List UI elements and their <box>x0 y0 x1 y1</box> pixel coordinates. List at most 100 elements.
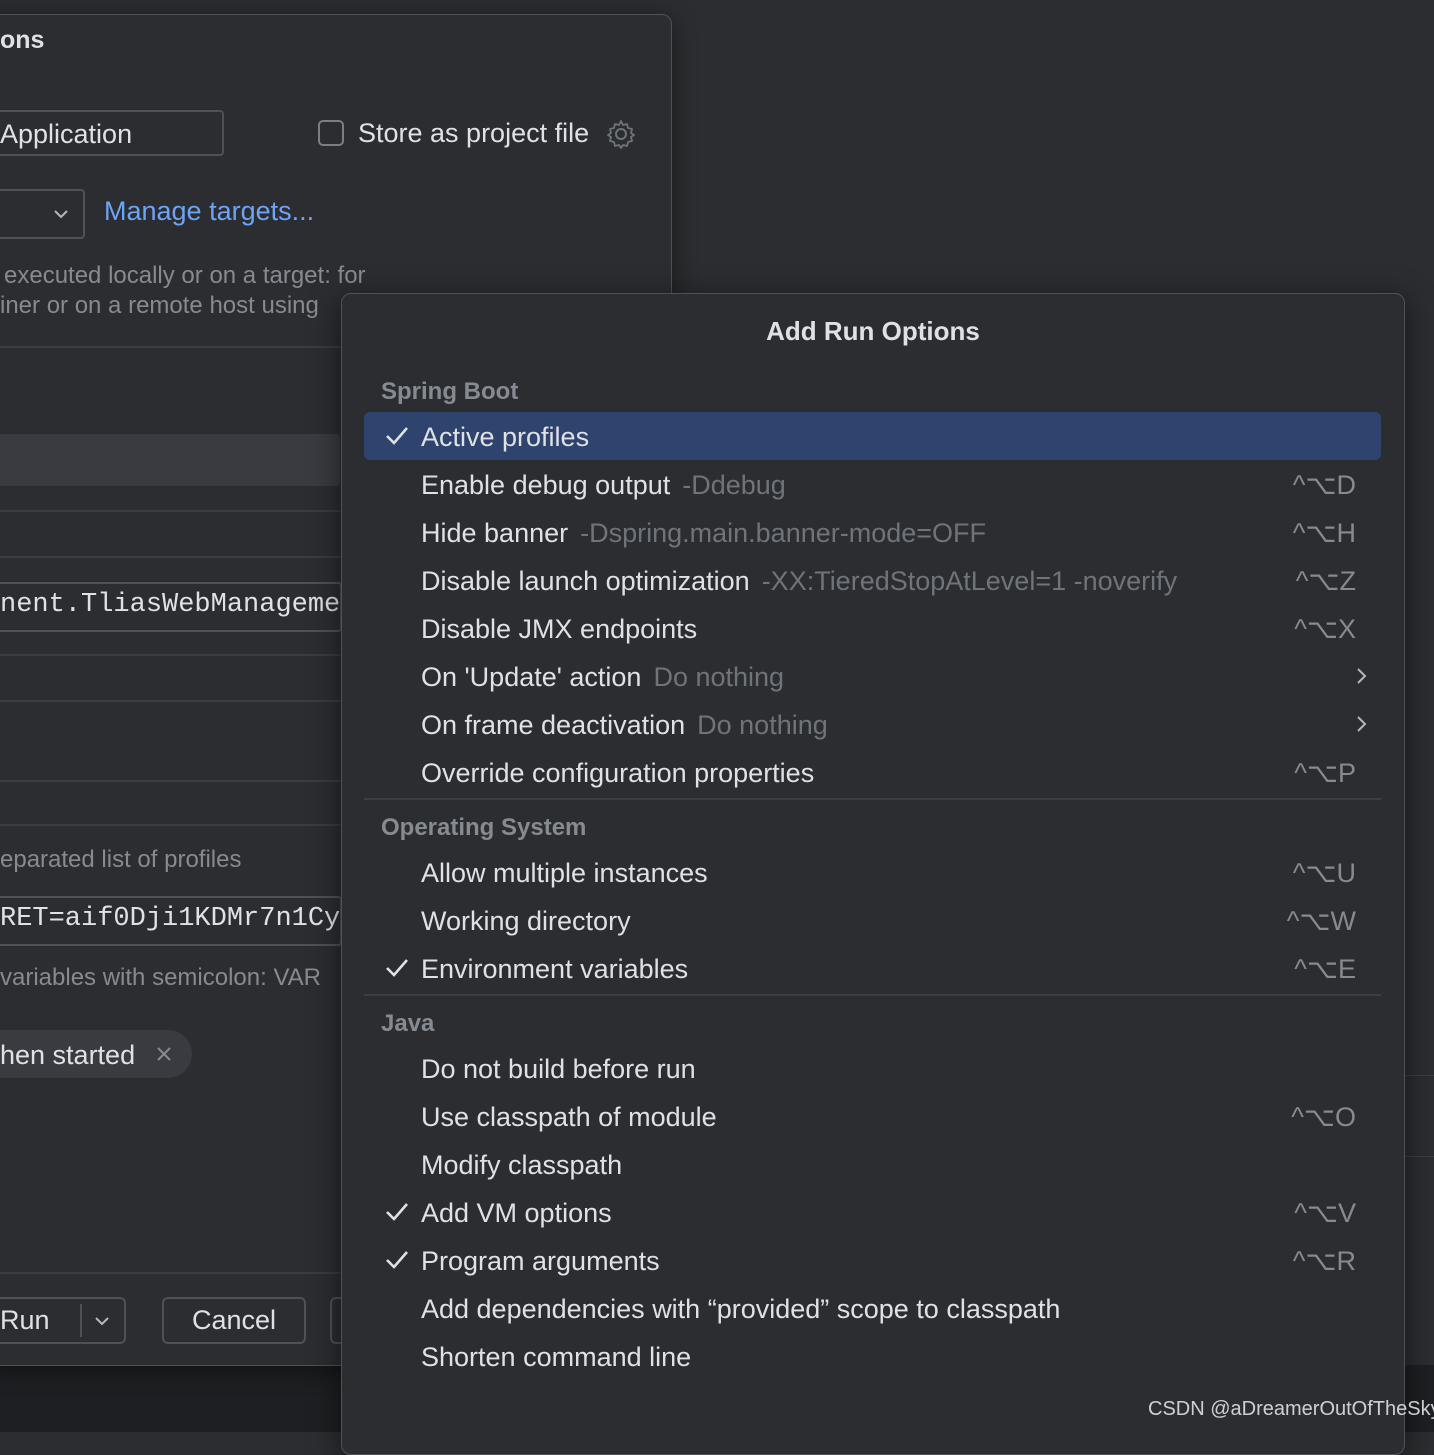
environment-variables-hint: variables with semicolon: VAR <box>0 964 322 991</box>
option-item[interactable]: Do not build before run <box>364 1044 1381 1092</box>
option-label-text: On 'Update' action <box>421 662 642 692</box>
option-label: Allow multiple instances <box>421 858 708 889</box>
option-label-text: Shorten command line <box>421 1342 692 1372</box>
option-label-text: Allow multiple instances <box>421 858 708 888</box>
active-profiles-hint: eparated list of profiles <box>0 846 242 873</box>
divider <box>0 780 340 782</box>
option-item[interactable]: Hide banner -Dspring.main.banner-mode=OFF… <box>364 508 1381 556</box>
option-shortcut: ^⌥X <box>1294 614 1356 644</box>
option-item[interactable]: Environment variables ^⌥E <box>364 944 1381 992</box>
option-item[interactable]: Modify classpath <box>364 1140 1381 1188</box>
option-shortcut: ^⌥P <box>1294 758 1356 788</box>
divider <box>0 654 340 656</box>
option-item[interactable]: Enable debug output -Ddebug ^⌥D <box>364 460 1381 508</box>
divider <box>0 510 340 512</box>
option-label-text: Do not build before run <box>421 1054 696 1084</box>
store-as-project-file-label: Store as project file <box>358 118 590 148</box>
option-item[interactable]: Program arguments ^⌥R <box>364 1236 1381 1284</box>
checkmark-icon <box>386 1251 408 1269</box>
chevron-right-icon <box>1357 668 1367 684</box>
option-item[interactable]: Active profiles <box>364 412 1381 460</box>
option-label-text: Active profiles <box>421 422 590 452</box>
option-label: On 'Update' action Do nothing <box>421 662 784 693</box>
option-shortcut: ^⌥Z <box>1295 566 1356 596</box>
option-shortcut: ^⌥R <box>1292 1246 1356 1276</box>
environment-variables-value: RET=aif0Dji1KDMr7n1CyR <box>0 904 357 934</box>
option-label: Add dependencies with “provided” scope t… <box>421 1294 1060 1325</box>
footer-divider <box>0 1272 340 1274</box>
option-item[interactable]: Disable JMX endpoints ^⌥X <box>364 604 1381 652</box>
option-item[interactable]: Add dependencies with “provided” scope t… <box>364 1284 1381 1332</box>
option-label-text: Use classpath of module <box>421 1102 717 1132</box>
checkmark-icon <box>386 427 408 445</box>
target-description-line2: iner or on a remote host using <box>0 292 319 319</box>
chevron-down-icon <box>54 210 68 219</box>
option-label-text: Override configuration properties <box>421 758 815 788</box>
option-item[interactable]: Use classpath of module ^⌥O <box>364 1092 1381 1140</box>
option-label: Environment variables <box>421 954 688 985</box>
divider <box>0 556 340 558</box>
option-shortcut: ^⌥W <box>1286 906 1356 936</box>
option-item[interactable]: Working directory ^⌥W <box>364 896 1381 944</box>
option-label: Working directory <box>421 906 631 937</box>
option-hint: -Dspring.main.banner-mode=OFF <box>580 518 987 548</box>
group-separator <box>364 798 1381 800</box>
option-shortcut: ^⌥V <box>1294 1198 1356 1228</box>
option-item[interactable]: Override configuration properties ^⌥P <box>364 748 1381 796</box>
option-label: Disable launch optimization -XX:TieredSto… <box>421 566 1177 597</box>
option-label: Disable JMX endpoints <box>421 614 697 645</box>
option-hint: -XX:TieredStopAtLevel=1 -noverify <box>761 566 1178 596</box>
option-label: On frame deactivation Do nothing <box>421 710 828 741</box>
option-label: Program arguments <box>421 1246 660 1277</box>
jdk-field[interactable] <box>0 434 340 486</box>
option-item[interactable]: Disable launch optimization -XX:TieredSto… <box>364 556 1381 604</box>
option-label-text: Program arguments <box>421 1246 660 1276</box>
option-label: Add VM options <box>421 1198 612 1229</box>
checkmark-icon <box>386 959 408 977</box>
option-label: Enable debug output -Ddebug <box>421 470 786 501</box>
option-label-text: Environment variables <box>421 954 689 984</box>
option-label-text: Enable debug output <box>421 470 671 500</box>
option-label: Shorten command line <box>421 1342 691 1373</box>
option-label-text: Disable JMX endpoints <box>421 614 698 644</box>
manage-targets-link[interactable]: Manage targets... <box>104 196 314 227</box>
divider <box>0 700 340 702</box>
option-shortcut: ^⌥H <box>1292 518 1356 548</box>
before-launch-chip-label: hen started <box>0 1040 136 1070</box>
gear-icon[interactable] <box>606 118 638 150</box>
configuration-name-input[interactable]: Application <box>0 110 224 156</box>
option-label: Modify classpath <box>421 1150 622 1181</box>
option-label-text: Hide banner <box>421 518 569 548</box>
option-label-text: Modify classpath <box>421 1150 623 1180</box>
option-hint: -Ddebug <box>682 470 786 500</box>
option-item[interactable]: Allow multiple instances ^⌥U <box>364 848 1381 896</box>
group-title: Operating System <box>381 814 587 841</box>
chevron-down-icon[interactable] <box>92 1311 112 1331</box>
watermark: CSDN @aDreamerOutOfTheSky <box>1148 1398 1434 1420</box>
dialog-title: ons <box>0 26 45 54</box>
option-label: Hide banner -Dspring.main.banner-mode=OFF <box>421 518 986 549</box>
option-label: Override configuration properties <box>421 758 814 789</box>
option-item[interactable]: On 'Update' action Do nothing <box>364 652 1381 700</box>
store-as-project-file-checkbox[interactable] <box>318 120 344 146</box>
cancel-button[interactable]: Cancel <box>162 1297 306 1344</box>
popup-title: Add Run Options <box>766 316 980 346</box>
close-icon[interactable] <box>154 1044 174 1064</box>
option-item[interactable]: On frame deactivation Do nothing <box>364 700 1381 748</box>
option-label: Active profiles <box>421 422 589 453</box>
option-item[interactable]: Shorten command line <box>364 1332 1381 1380</box>
option-label-text: On frame deactivation <box>421 710 686 740</box>
run-target-select[interactable] <box>0 189 85 239</box>
option-label-text: Disable launch optimization <box>421 566 750 596</box>
option-label: Do not build before run <box>421 1054 696 1085</box>
option-shortcut: ^⌥D <box>1292 470 1356 500</box>
option-label-text: Add dependencies with “provided” scope t… <box>421 1294 1061 1324</box>
option-hint: Do nothing <box>653 662 785 692</box>
chevron-right-icon <box>1357 716 1367 732</box>
divider <box>0 346 340 348</box>
option-shortcut: ^⌥U <box>1292 858 1356 888</box>
option-item[interactable]: Add VM options ^⌥V <box>364 1188 1381 1236</box>
option-label-text: Add VM options <box>421 1198 612 1228</box>
run-button-label: Run <box>0 1305 50 1335</box>
main-class-value: nent.TliasWebManagement <box>0 590 373 620</box>
